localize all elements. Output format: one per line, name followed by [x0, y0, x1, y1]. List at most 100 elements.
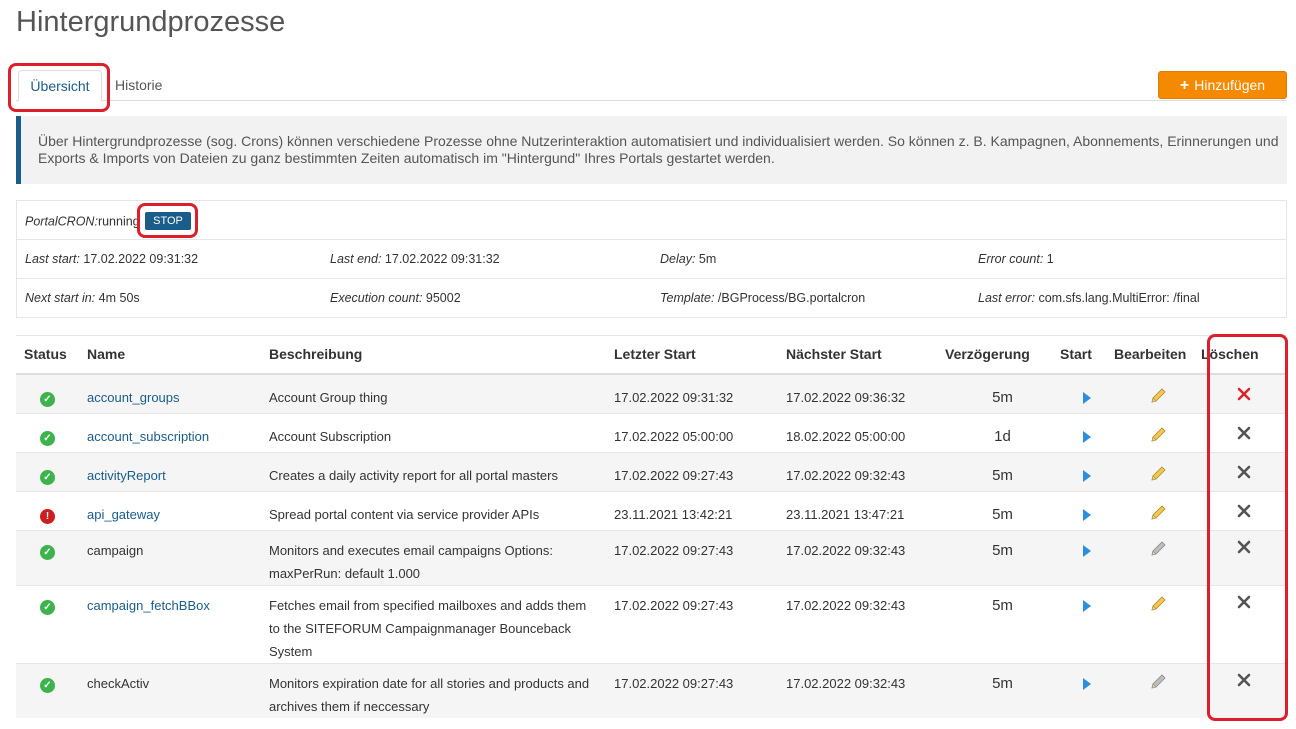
play-icon[interactable] [1083, 509, 1091, 522]
delete-cell [1201, 662, 1287, 718]
play-icon[interactable] [1083, 678, 1091, 691]
close-icon[interactable] [1236, 672, 1252, 688]
pencil-icon[interactable] [1148, 672, 1168, 692]
process-description-line: archives them if neccessary [269, 698, 430, 714]
name-cell: checkActiv [79, 662, 261, 718]
edit-cell [1114, 584, 1201, 663]
description-cell: Monitors expiration date for all stories… [261, 662, 606, 718]
name-cell: account_groups [79, 373, 261, 413]
pencil-icon[interactable] [1148, 594, 1168, 614]
table-row: ✓ activityReport Creates a daily activity … [16, 451, 1287, 491]
next-start-cell: 17.02.2022 09:32:43 [778, 662, 945, 718]
name-cell: campaign [79, 529, 261, 585]
edit-cell [1114, 529, 1201, 585]
column-header-status: Status [16, 335, 79, 375]
last-error-label: Last error: [978, 291, 1035, 305]
delete-cell [1201, 490, 1287, 530]
process-description-line: Spread portal content via service provid… [269, 506, 540, 522]
close-icon[interactable] [1236, 425, 1252, 441]
close-icon[interactable] [1236, 539, 1252, 555]
pencil-icon[interactable] [1148, 386, 1168, 406]
delete-cell [1201, 373, 1287, 413]
last-start-cell: 17.02.2022 09:27:43 [606, 529, 778, 585]
check-circle-icon: ✓ [40, 469, 55, 485]
status-cell: ✓ [16, 451, 79, 491]
last-start-cell: 17.02.2022 05:00:00 [606, 412, 778, 452]
play-icon[interactable] [1083, 431, 1091, 444]
process-name-link[interactable]: api_gateway [87, 507, 160, 522]
delay-cell: 5m [945, 662, 1060, 718]
info-text: Über Hintergrundprozesse (sog. Crons) kö… [38, 133, 1279, 166]
column-header-name: Name [79, 335, 261, 375]
edit-cell [1114, 373, 1201, 413]
tab-overview[interactable]: Übersicht [18, 70, 102, 102]
table-row: ✓ campaign Monitors and executes email cam… [16, 529, 1287, 585]
description-cell: Account Subscription [261, 412, 606, 452]
cron-status-row: PortalCRON:running STOP [17, 201, 1286, 240]
process-name: checkActiv [87, 675, 150, 691]
page-title: Hintergrundprozesse [16, 6, 286, 38]
edit-cell [1114, 412, 1201, 452]
next-start-cell: 18.02.2022 05:00:00 [778, 412, 945, 452]
table-row: ✓ checkActiv Monitors expiration date for … [16, 662, 1287, 718]
last-start-cell: 17.02.2022 09:27:43 [606, 662, 778, 718]
play-icon[interactable] [1083, 470, 1091, 483]
start-cell [1060, 373, 1114, 413]
cron-status-label: PortalCRON: [25, 214, 98, 229]
name-cell: api_gateway [79, 490, 261, 530]
next-start-cell: 17.02.2022 09:32:43 [778, 451, 945, 491]
delay-cell: 5m [945, 490, 1060, 530]
play-icon[interactable] [1083, 392, 1091, 405]
delete-cell [1201, 584, 1287, 663]
delay-cell: 5m [945, 584, 1060, 663]
process-name-link[interactable]: activityReport [87, 468, 166, 483]
check-circle-icon: ✓ [40, 544, 55, 560]
next-start-cell: 17.02.2022 09:32:43 [778, 529, 945, 585]
stop-button[interactable]: STOP [145, 212, 191, 230]
template-label: Template: [660, 291, 715, 305]
close-icon[interactable] [1236, 464, 1252, 480]
next-start-value: 4m 50s [98, 291, 140, 305]
last-error-value: com.sfs.lang.MultiError: /final [1038, 291, 1200, 305]
delete-cell [1201, 412, 1287, 452]
table-header-row: Status Name Beschreibung Letzter Start N… [16, 335, 1287, 375]
check-circle-icon: ✓ [40, 391, 55, 407]
process-name-link[interactable]: account_subscription [87, 429, 209, 444]
close-icon[interactable] [1236, 386, 1252, 402]
play-icon[interactable] [1083, 545, 1091, 558]
edit-cell [1114, 451, 1201, 491]
process-description-line: Fetches email from specified mailboxes a… [269, 597, 587, 613]
tab-history[interactable]: Historie [105, 70, 172, 101]
pencil-icon[interactable] [1148, 503, 1168, 523]
close-icon[interactable] [1236, 503, 1252, 519]
play-icon[interactable] [1083, 600, 1091, 613]
process-name-link[interactable]: account_groups [87, 390, 180, 405]
description-cell: Spread portal content via service provid… [261, 490, 606, 530]
add-button[interactable]: + Hinzufügen [1158, 71, 1287, 99]
name-cell: campaign_fetchBBox [79, 584, 261, 663]
cron-status-value: running [97, 214, 140, 229]
status-cell: ✓ [16, 662, 79, 718]
process-description-line: System [269, 643, 313, 659]
last-start-cell: 23.11.2021 13:42:21 [606, 490, 778, 530]
process-name-link[interactable]: campaign_fetchBBox [87, 598, 210, 613]
cron-info-row-2: Next start in: 4m 50s Execution count: 9… [17, 279, 1286, 318]
last-start-value: 17.02.2022 09:31:32 [83, 252, 199, 266]
column-header-description: Beschreibung [261, 335, 606, 375]
status-cell: ✓ [16, 373, 79, 413]
process-description-line: to the SITEFORUM Campaignmanager Bounceb… [269, 620, 572, 636]
pencil-icon[interactable] [1148, 464, 1168, 484]
process-description-line: maxPerRun: default 1.000 [269, 565, 421, 581]
name-cell: account_subscription [79, 412, 261, 452]
pencil-icon[interactable] [1148, 425, 1168, 445]
close-icon[interactable] [1236, 594, 1252, 610]
start-cell [1060, 529, 1114, 585]
pencil-icon[interactable] [1148, 539, 1168, 559]
next-start-cell: 23.11.2021 13:47:21 [778, 490, 945, 530]
delay-cell: 5m [945, 373, 1060, 413]
edit-cell [1114, 662, 1201, 718]
start-cell [1060, 451, 1114, 491]
process-description-line: Monitors and executes email campaigns Op… [269, 542, 553, 558]
description-cell: Account Group thing [261, 373, 606, 413]
column-header-last-start: Letzter Start [606, 335, 778, 375]
